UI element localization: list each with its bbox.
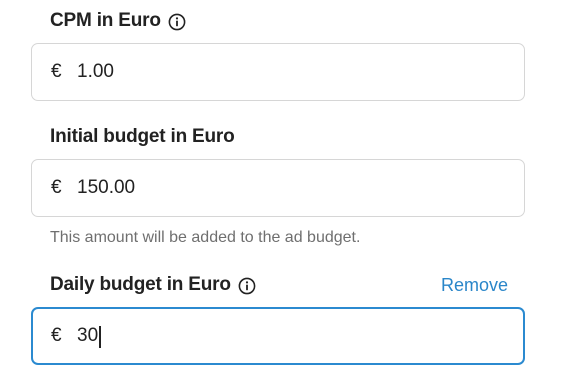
daily-budget-label-row: Daily budget in Euro Remove bbox=[50, 274, 508, 296]
initial-budget-input[interactable]: € 150.00 bbox=[31, 159, 525, 217]
daily-budget-input[interactable]: € 30 bbox=[31, 307, 525, 365]
cpm-value: 1.00 bbox=[77, 61, 114, 82]
remove-daily-budget-link[interactable]: Remove bbox=[441, 275, 508, 296]
text-caret bbox=[99, 326, 101, 348]
euro-currency-symbol: € bbox=[51, 325, 62, 346]
euro-currency-symbol: € bbox=[51, 177, 62, 198]
initial-budget-value: 150.00 bbox=[77, 177, 136, 198]
cpm-input[interactable]: € 1.00 bbox=[31, 43, 525, 101]
cpm-label-group: CPM in Euro bbox=[50, 10, 186, 32]
cpm-label: CPM in Euro bbox=[50, 10, 161, 31]
initial-budget-helper-text: This amount will be added to the ad budg… bbox=[50, 229, 361, 246]
info-icon[interactable] bbox=[238, 277, 256, 295]
cpm-label-row: CPM in Euro bbox=[50, 10, 508, 32]
initial-budget-label-group: Initial budget in Euro bbox=[50, 126, 235, 148]
daily-budget-label: Daily budget in Euro bbox=[50, 274, 231, 295]
euro-currency-symbol: € bbox=[51, 61, 62, 82]
info-icon[interactable] bbox=[168, 13, 186, 31]
initial-budget-label: Initial budget in Euro bbox=[50, 126, 235, 147]
initial-budget-label-row: Initial budget in Euro bbox=[50, 126, 508, 148]
daily-budget-label-group: Daily budget in Euro bbox=[50, 274, 256, 296]
daily-budget-value: 30 bbox=[77, 325, 99, 346]
